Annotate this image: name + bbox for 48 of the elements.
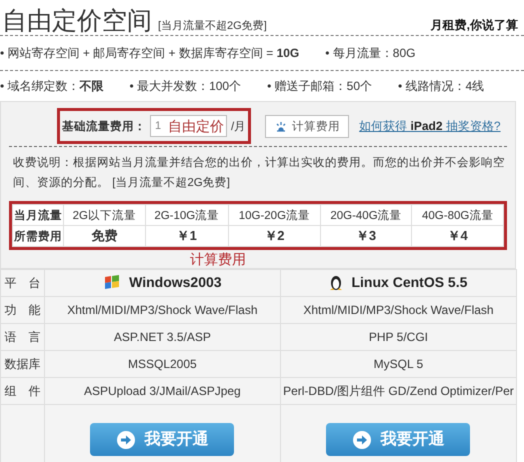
table-cell: 40G-80G流量 [412, 204, 504, 226]
feature-text: • 赠送子邮箱：50个 [267, 78, 372, 94]
table-cell: ASP.NET 3.5/ASP [44, 324, 280, 350]
table-cell: 10G-20G流量 [228, 204, 320, 226]
calculate-button[interactable]: 计算费用 [265, 114, 350, 138]
feature-text: • 域名绑定数：不限 [0, 78, 104, 94]
table-cell: ￥3 [320, 226, 412, 246]
table-cell: 2G以下流量 [64, 204, 146, 226]
table-cell: ￥1 [145, 226, 229, 246]
table-cell: 2G-10G流量 [145, 204, 229, 226]
feature-text: • 线路情况：4线 [398, 78, 484, 94]
row-label: 组 件 [0, 378, 44, 404]
feature-text: • 网站寄存空间 + 邮局寄存空间 + 数据库寄存空间 = 10G [0, 44, 300, 62]
row-label: 功 能 [0, 296, 44, 324]
unit-label: /月 [231, 120, 246, 134]
fee-explanation: 收费说明：根据网站当月流量并结合您的出价，计算出实收的费用。而您的出价并不会影响空间、资源的分配。 [当月流量不超2G免费] [13, 155, 506, 191]
table-cell: ￥2 [228, 226, 320, 246]
row-label: 数据库 [0, 350, 44, 378]
table-cell: MySQL 5 [280, 350, 516, 378]
arrow-right-icon [352, 430, 372, 450]
free-note: [当月流量不超2G免费] [158, 18, 267, 33]
table-cell: PHP 5/CGI [280, 324, 516, 350]
beacon-icon [274, 120, 288, 132]
os-name: Linux CentOS 5.5 [351, 274, 468, 290]
row-header: 所需费用 [12, 226, 64, 246]
arrow-right-icon [116, 430, 136, 450]
annotation-text: 计算费用 [189, 250, 247, 268]
feature-text: • 最大并发数：100个 [130, 78, 242, 94]
row-header: 当月流量 [12, 204, 64, 226]
table-cell: 20G-40G流量 [320, 204, 412, 226]
table-cell: ￥4 [412, 226, 504, 246]
price-label: 基础流量费用： [62, 119, 146, 134]
ipad-link[interactable]: 如何获得 iPad2 抽奖资格? [359, 118, 501, 134]
table-cell: 免费 [64, 226, 146, 246]
table-cell: Xhtml/MIDI/MP3/Shock Wave/Flash [44, 296, 280, 324]
windows-flag-icon [103, 274, 122, 290]
os-name: Windows2003 [129, 274, 222, 290]
slogan: 月租费,你说了算 [430, 17, 518, 34]
table-cell: Xhtml/MIDI/MP3/Shock Wave/Flash [280, 296, 516, 324]
activate-button[interactable]: 我要开通 [90, 423, 234, 456]
row-label: 平 台 [0, 270, 44, 296]
table-cell: Perl-DBD/图片组件 GD/Zend Optimizer/Per [280, 378, 516, 404]
activate-button[interactable]: 我要开通 [326, 423, 470, 456]
table-cell: ASPUpload 3/JMail/ASPJpeg [44, 378, 280, 404]
row-label: 语 言 [0, 324, 44, 350]
table-cell: MSSQL2005 [44, 350, 280, 378]
page-title: 自由定价空间 [2, 6, 152, 37]
feature-text: • 每月流量：80G [325, 44, 416, 62]
